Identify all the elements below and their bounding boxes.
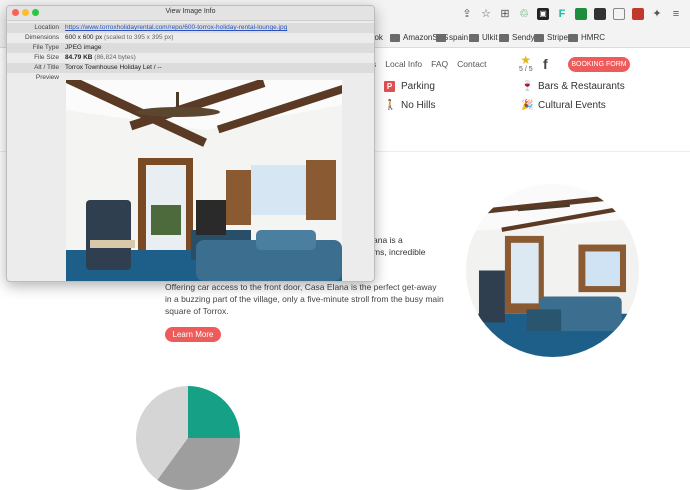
nav-item-local-info[interactable]: Local Info (385, 59, 422, 69)
sheet-red-icon[interactable] (632, 8, 644, 20)
bookmark-label: HMRC (581, 33, 605, 42)
nav-item-contact[interactable]: Contact (457, 59, 486, 69)
text-fragment: ms, incredible (373, 247, 426, 257)
extension-icon[interactable]: ⊞ (499, 8, 511, 20)
image-location-link[interactable]: https://www.torroxholidayrental.com/repo… (65, 24, 287, 31)
folder-icon (469, 33, 479, 42)
bookmark-item[interactable]: HMRC (568, 33, 605, 42)
amenity-label: Parking (401, 81, 435, 92)
facebook-icon[interactable]: f (543, 56, 548, 72)
amenity-cultural: 🎉 Cultural Events (521, 100, 606, 111)
image-icon[interactable] (613, 8, 625, 20)
folder-icon (436, 33, 446, 42)
amenity-bars: 🍷 Bars & Restaurants (521, 81, 625, 92)
bookmark-label: Sendy (512, 33, 535, 42)
folder-icon (390, 33, 400, 42)
puzzle-icon[interactable]: ✦ (651, 8, 663, 20)
bookmark-label: Stripe (547, 33, 568, 42)
description-text: Offering car access to the front door, C… (165, 282, 444, 316)
learn-more-button[interactable]: Learn More (165, 327, 221, 342)
image-info-table: Location https://www.torroxholidayrental… (7, 21, 374, 83)
glasses-icon: 🍷 (521, 81, 534, 92)
amenity-label: Cultural Events (538, 100, 606, 111)
info-value: JPEG image (65, 44, 102, 51)
info-label: Preview (35, 74, 59, 81)
info-row-location: Location https://www.torroxholidayrental… (7, 23, 374, 33)
info-label: Dimensions (25, 34, 59, 41)
recycle-icon[interactable]: ♲ (518, 8, 530, 20)
view-image-info-window: View Image Info Location https://www.tor… (6, 5, 375, 282)
rating: ★ 5 / 5 (519, 54, 533, 73)
amenity-parking: P Parking (384, 81, 435, 92)
bookmark-label: spain (449, 33, 469, 42)
bookmark-star-icon[interactable]: ☆ (480, 8, 492, 20)
text-fragment: ana is a (373, 235, 403, 245)
lounge-photo-circle (466, 184, 639, 357)
info-value: 84.79 KB (65, 54, 93, 61)
extension-box-icon[interactable] (594, 8, 606, 20)
walk-icon: 🚶 (384, 100, 397, 111)
preview-room-image (66, 80, 342, 281)
booking-form-button[interactable]: BOOKING FORM (568, 57, 630, 72)
bookmark-item[interactable]: Ulkit (469, 33, 498, 42)
toolbar-icons: ⇪ ☆ ⊞ ♲ ▣ F ✦ ≡ (461, 8, 682, 20)
extension-dark-icon[interactable]: ▣ (537, 8, 549, 20)
share-icon[interactable]: ⇪ (461, 8, 473, 20)
amenity-label: No Hills (401, 100, 436, 111)
nav-item-faq[interactable]: FAQ (431, 59, 448, 69)
menu-icon[interactable]: ≡ (670, 8, 682, 20)
sheets-icon[interactable] (575, 8, 587, 20)
confetti-icon: 🎉 (521, 100, 534, 111)
parking-icon: P (384, 81, 395, 92)
info-row-file-size: File Size 84.79 KB (86,824 bytes) (7, 53, 374, 63)
info-label: File Size (34, 54, 59, 61)
folder-icon (499, 33, 509, 42)
info-value: Torrox Townhouse Holiday Let / -- (65, 64, 162, 71)
secondary-photo-circle (136, 386, 240, 490)
info-note: (86,824 bytes) (94, 54, 136, 61)
folder-icon (568, 33, 578, 42)
folder-icon (534, 33, 544, 42)
bookmark-label: Ulkit (482, 33, 498, 42)
info-label: Location (34, 24, 59, 31)
bookmark-item[interactable]: spain (436, 33, 468, 42)
amenity-label: Bars & Restaurants (538, 81, 625, 92)
info-value: 600 x 600 px (65, 34, 103, 41)
rating-value: 5 / 5 (519, 66, 533, 73)
amenity-no-hills: 🚶 No Hills (384, 100, 435, 111)
image-preview (66, 80, 342, 281)
star-icon: ★ (520, 53, 532, 67)
info-note: (scaled to 395 x 395 px) (104, 34, 174, 41)
info-row-alt-title: Alt / Title Torrox Townhouse Holiday Let… (7, 63, 374, 73)
pocket-icon[interactable]: F (556, 8, 568, 20)
info-row-dimensions: Dimensions 600 x 600 px (scaled to 395 x… (7, 33, 374, 43)
site-nav: s Local Info FAQ Contact (372, 59, 486, 69)
bookmark-item[interactable]: Sendy (499, 33, 535, 42)
info-row-file-type: File Type JPEG image (7, 43, 374, 53)
window-titlebar: View Image Info (7, 6, 374, 21)
window-title: View Image Info (165, 8, 216, 15)
info-label: Alt / Title (34, 64, 59, 71)
info-label: File Type (32, 44, 59, 51)
bookmark-item[interactable]: Stripe (534, 33, 568, 42)
room-image (466, 184, 639, 357)
